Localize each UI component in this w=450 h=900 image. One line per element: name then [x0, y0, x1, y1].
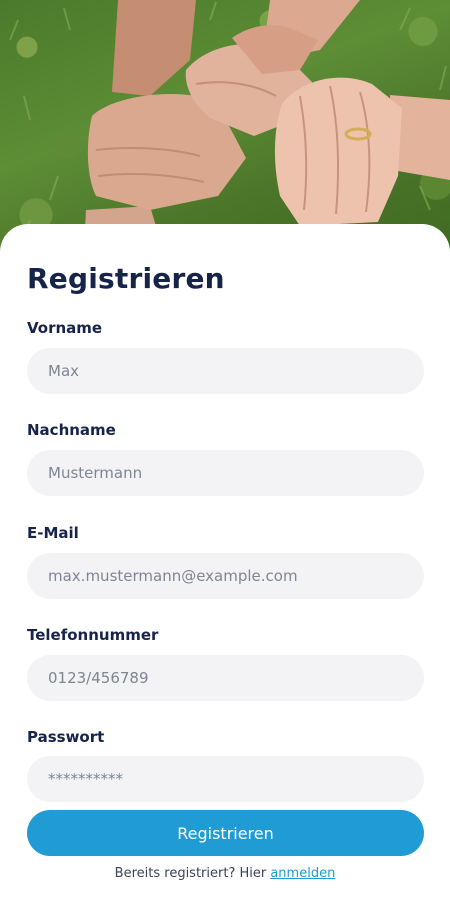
- hero-image: [0, 0, 450, 262]
- login-hint: Bereits registriert? Hier anmelden: [0, 866, 450, 881]
- password-field[interactable]: [27, 756, 424, 802]
- phone-label: Telefonnummer: [27, 626, 159, 644]
- page-title: Registrieren: [27, 262, 225, 295]
- password-label: Passwort: [27, 728, 105, 746]
- login-link[interactable]: anmelden: [270, 866, 335, 881]
- registration-screen: Registrieren Vorname Nachname E-Mail Tel…: [0, 0, 450, 900]
- stacked-hands-photo: [9, 0, 450, 248]
- email-label: E-Mail: [27, 524, 79, 542]
- login-hint-text: Bereits registriert? Hier: [114, 866, 271, 881]
- email-field[interactable]: [27, 553, 424, 599]
- last-name-field[interactable]: [27, 450, 424, 496]
- phone-field[interactable]: [27, 655, 424, 701]
- last-name-label: Nachname: [27, 421, 116, 439]
- first-name-field[interactable]: [27, 348, 424, 394]
- register-button[interactable]: Registrieren: [27, 810, 424, 856]
- first-name-label: Vorname: [27, 319, 103, 337]
